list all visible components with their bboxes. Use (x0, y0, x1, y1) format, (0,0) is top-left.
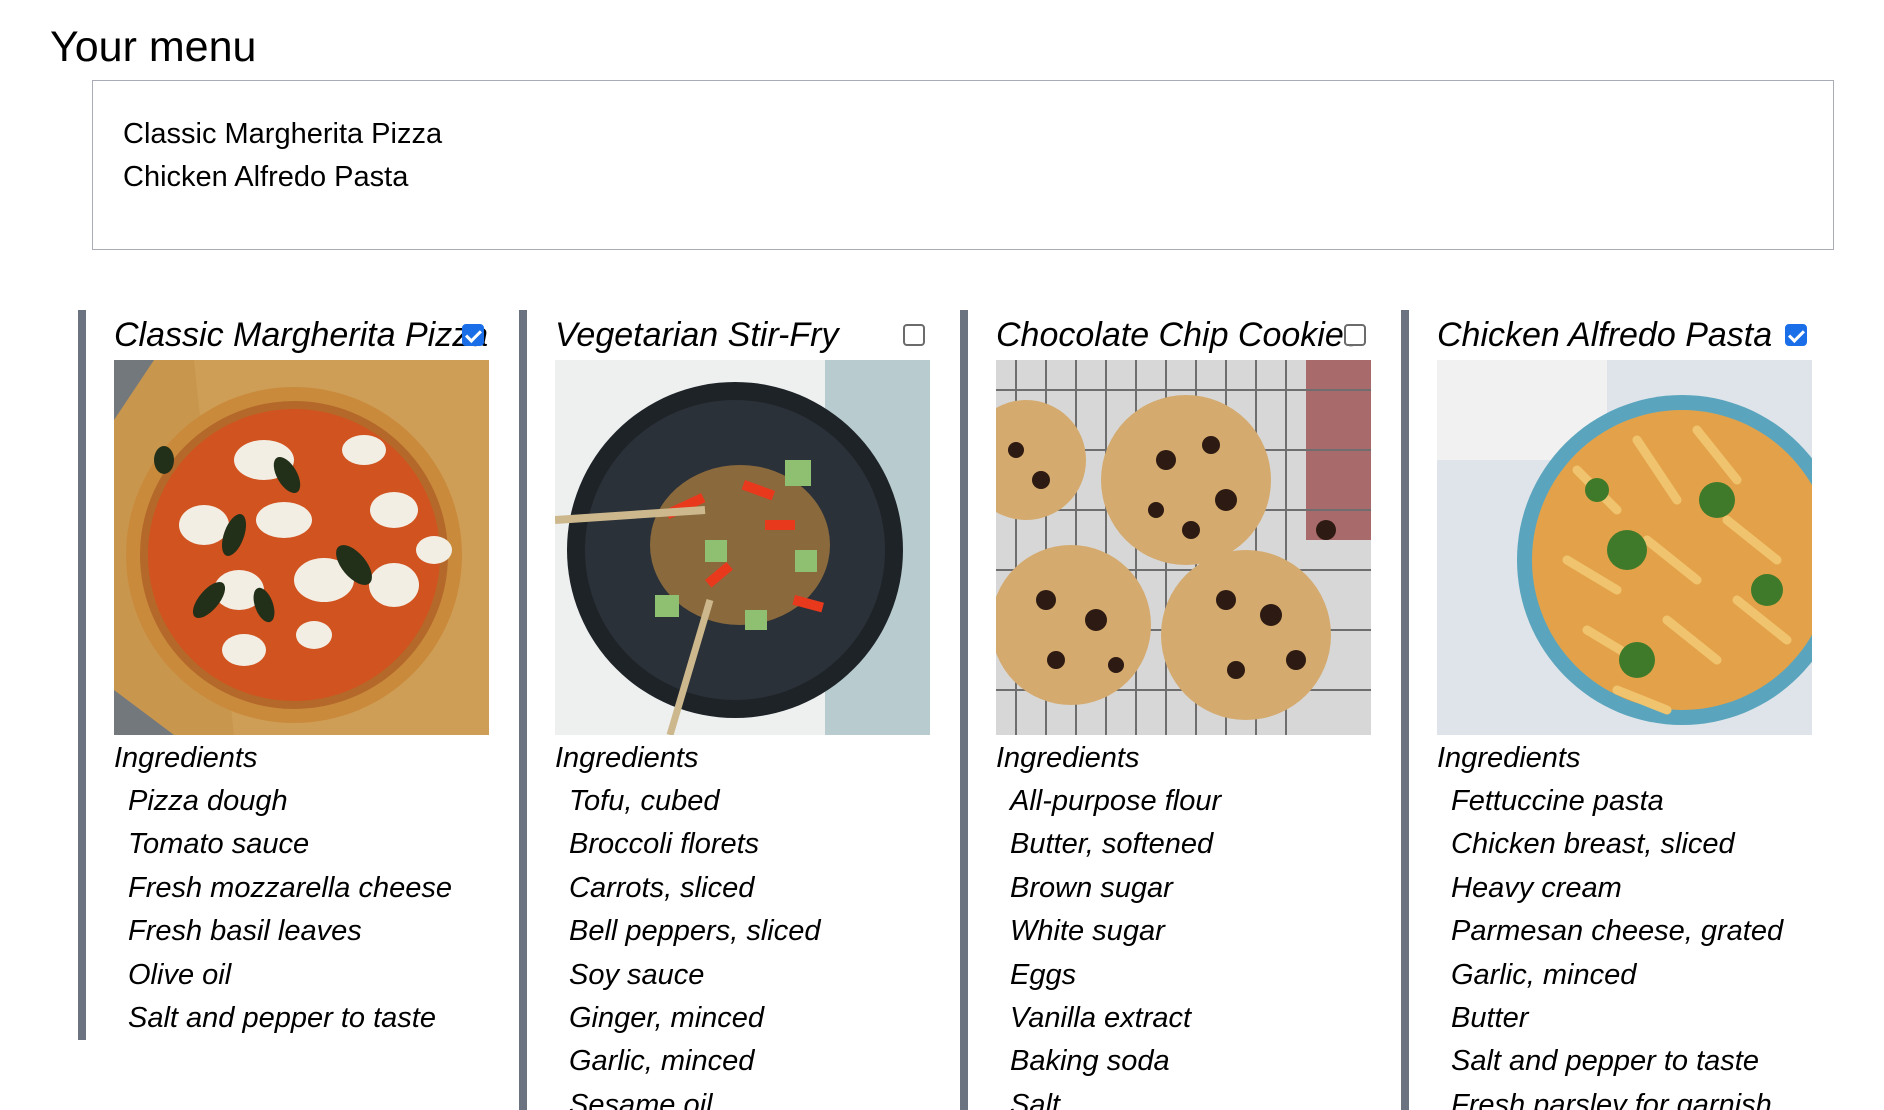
ingredient-item: Garlic, minced (1451, 958, 1637, 991)
ingredient-item: All-purpose flour (1010, 785, 1222, 817)
recipe-select-checkbox[interactable] (903, 324, 925, 346)
menu-item: Classic Margherita Pizza (123, 118, 443, 150)
ingredients-label: Ingredients (114, 742, 258, 774)
ingredient-list: Tofu, cubed Broccoli florets Carrots, sl… (555, 780, 919, 1110)
pizza-photo (114, 360, 489, 735)
stir-fry-photo (555, 360, 930, 735)
recipe-card-header: Chicken Alfredo Pasta (1437, 310, 1807, 360)
ingredient-item: Salt and pepper to taste (1451, 1045, 1759, 1078)
ingredient-item: Fettuccine pasta (1451, 785, 1664, 817)
page: Your menu Classic Margherita Pizza Chick… (0, 0, 1884, 1110)
ingredient-item: Fresh mozzarella cheese (128, 871, 452, 904)
ingredient-item: Fresh basil leaves (128, 915, 362, 948)
menu-title: Your menu (50, 23, 257, 71)
ingredient-item: Tomato sauce (128, 828, 310, 861)
ingredient-item: Brown sugar (1010, 871, 1173, 904)
pasta-photo (1437, 360, 1812, 735)
ingredients-label: Ingredients (555, 742, 699, 774)
recipe-card: Chicken Alfredo Pasta Ingredients Fettuc… (1401, 310, 1812, 1110)
recipe-card-header: Vegetarian Stir-Fry (555, 310, 925, 360)
ingredient-item: Pizza dough (128, 785, 288, 817)
recipe-card-header: Chocolate Chip Cookies (996, 310, 1366, 360)
ingredient-item: Soy sauce (569, 958, 705, 991)
recipe-card: Classic Margherita Pizza Ingredients Piz… (78, 310, 489, 1041)
ingredient-item: Sesame oil (569, 1088, 713, 1110)
recipe-title: Vegetarian Stir-Fry (555, 316, 839, 354)
ingredients-label: Ingredients (1437, 742, 1581, 774)
recipe-select-checkbox[interactable] (1344, 324, 1366, 346)
ingredient-item: Salt and pepper to taste (128, 1002, 436, 1035)
recipe-select-checkbox[interactable] (462, 324, 484, 346)
ingredient-item: Chicken breast, sliced (1451, 828, 1735, 861)
ingredient-item: Carrots, sliced (569, 871, 755, 904)
recipe-select-checkbox[interactable] (1785, 324, 1807, 346)
ingredient-item: Parmesan cheese, grated (1451, 915, 1784, 948)
ingredient-item: Baking soda (1010, 1045, 1170, 1078)
ingredient-item: Tofu, cubed (569, 785, 720, 817)
ingredient-list: Fettuccine pasta Chicken breast, sliced … (1437, 780, 1801, 1110)
ingredients-label: Ingredients (996, 742, 1140, 774)
ingredient-item: Ginger, minced (569, 1002, 765, 1035)
ingredient-item: White sugar (1010, 915, 1165, 948)
ingredient-list: Pizza dough Tomato sauce Fresh mozzarell… (114, 780, 478, 1040)
recipe-title: Classic Margherita Pizza (114, 316, 489, 354)
menu-item: Chicken Alfredo Pasta (123, 161, 409, 193)
ingredient-item: Fresh parsley for garnish (1451, 1088, 1772, 1110)
ingredient-item: Salt (1010, 1088, 1060, 1110)
ingredient-item: Butter (1451, 1002, 1529, 1035)
recipe-title: Chicken Alfredo Pasta (1437, 316, 1773, 354)
menu-summary-box: Classic Margherita Pizza Chicken Alfredo… (92, 80, 1834, 250)
ingredient-item: Garlic, minced (569, 1045, 755, 1078)
recipe-card: Vegetarian Stir-Fry Ingredients Tofu, cu… (519, 310, 930, 1110)
ingredient-item: Eggs (1010, 958, 1077, 991)
ingredient-item: Vanilla extract (1010, 1002, 1192, 1035)
ingredient-item: Olive oil (128, 958, 232, 991)
recipe-card-header: Classic Margherita Pizza (114, 310, 488, 360)
ingredient-item: Bell peppers, sliced (569, 915, 821, 948)
ingredient-item: Heavy cream (1451, 871, 1622, 904)
ingredient-item: Broccoli florets (569, 828, 760, 861)
cookies-photo (996, 360, 1371, 735)
ingredient-item: Butter, softened (1010, 828, 1214, 861)
recipe-title: Chocolate Chip Cookies (996, 316, 1361, 354)
ingredient-list: All-purpose flour Butter, softened Brown… (996, 780, 1360, 1110)
recipe-card: Chocolate Chip Cookies Ingredients All-p… (960, 310, 1371, 1110)
